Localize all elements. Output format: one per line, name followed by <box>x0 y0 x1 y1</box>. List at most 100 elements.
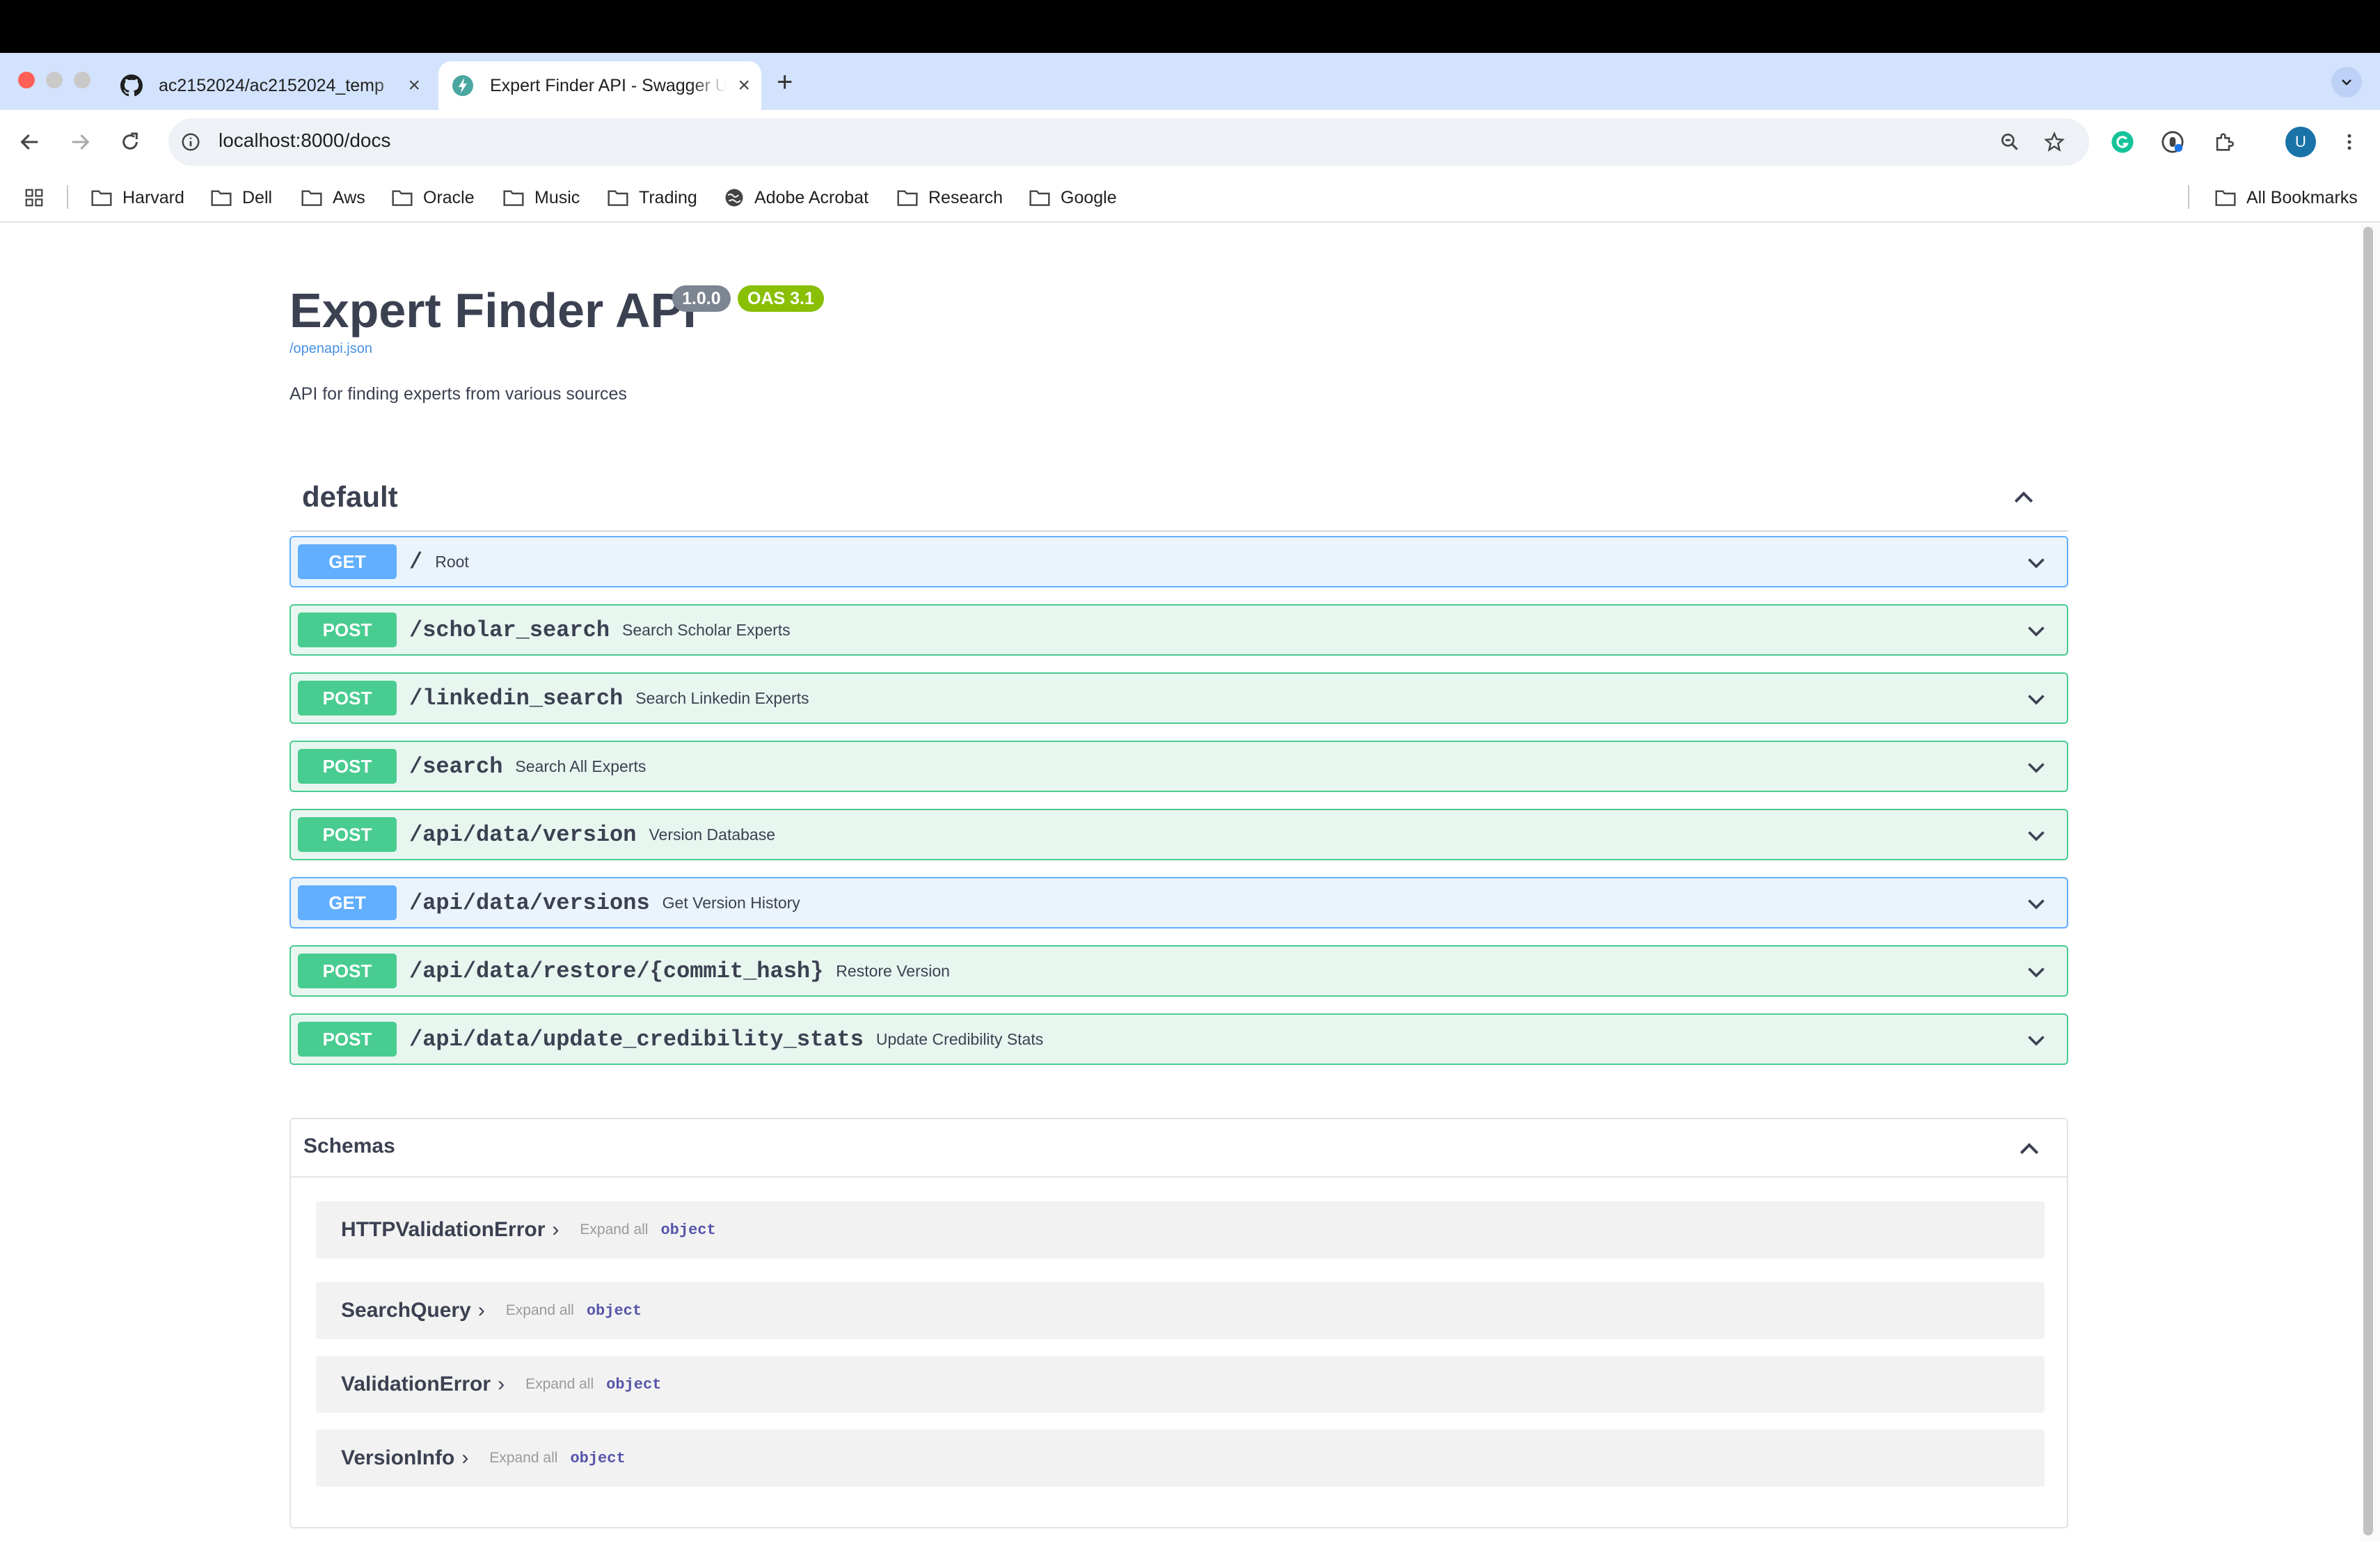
tab-search-button[interactable] <box>2331 67 2362 97</box>
operation-path: /search <box>409 753 503 780</box>
schema-model-validation-error[interactable]: ValidationError › Expand all object <box>316 1356 2045 1413</box>
bookmark-star-icon[interactable] <box>2039 127 2070 157</box>
operation-post-version-database[interactable]: POST /api/data/version Version Database <box>289 809 2068 860</box>
http-method-badge: POST <box>298 954 397 988</box>
bookmark-harvard[interactable]: Harvard <box>90 184 184 212</box>
operation-post-search[interactable]: POST /search Search All Experts <box>289 741 2068 792</box>
schema-model-version-info[interactable]: VersionInfo › Expand all object <box>316 1430 2045 1487</box>
bookmark-aws[interactable]: Aws <box>301 184 365 212</box>
folder-icon <box>897 190 918 206</box>
chevron-down-icon[interactable] <box>2024 754 2049 780</box>
operation-post-linkedin-search[interactable]: POST /linkedin_search Search Linkedin Ex… <box>289 672 2068 724</box>
tab-swagger[interactable]: Expert Finder API - Swagger UI × <box>438 61 761 110</box>
chevron-down-icon[interactable] <box>2024 550 2049 575</box>
password-manager-icon[interactable] <box>2157 127 2188 157</box>
chevron-right-icon[interactable]: › <box>552 1218 559 1242</box>
model-name[interactable]: VersionInfo <box>341 1446 454 1470</box>
operation-path: /scholar_search <box>409 617 610 643</box>
operation-summary: Search All Experts <box>515 757 646 775</box>
chevron-down-icon <box>2342 79 2351 86</box>
folder-icon <box>211 190 232 206</box>
oas-badge: OAS 3.1 <box>738 285 824 312</box>
http-method-badge: GET <box>298 885 397 920</box>
zoom-icon[interactable] <box>1994 127 2025 157</box>
bookmark-adobe-acrobat[interactable]: Adobe Acrobat <box>724 184 868 212</box>
bookmark-label: Trading <box>639 187 697 207</box>
schemas-header[interactable]: Schemas <box>291 1119 2067 1178</box>
bookmark-dell[interactable]: Dell <box>210 184 272 212</box>
address-bar[interactable] <box>168 118 2089 166</box>
chevron-down-icon[interactable] <box>2024 823 2049 848</box>
chevron-down-icon[interactable] <box>2024 618 2049 643</box>
tab-close-icon[interactable]: × <box>738 74 750 97</box>
new-tab-button[interactable]: + <box>777 67 793 98</box>
bookmark-oracle[interactable]: Oracle <box>391 184 475 212</box>
folder-icon <box>2215 190 2236 206</box>
bookmark-music[interactable]: Music <box>502 184 580 212</box>
operation-post-update-credibility-stats[interactable]: POST /api/data/update_credibility_stats … <box>289 1013 2068 1065</box>
bookmark-research[interactable]: Research <box>896 184 1003 212</box>
chevron-down-icon[interactable] <box>2024 959 2049 984</box>
model-name[interactable]: SearchQuery <box>341 1299 471 1322</box>
chevron-right-icon[interactable]: › <box>478 1299 485 1322</box>
expand-all-button[interactable]: Expand all <box>506 1302 574 1319</box>
folder-icon <box>1029 190 1050 206</box>
bookmark-label: Music <box>534 187 580 207</box>
http-method-badge: POST <box>298 681 397 716</box>
model-name[interactable]: HTTPValidationError <box>341 1218 545 1242</box>
bookmark-label: All Bookmarks <box>2246 187 2358 207</box>
apps-grid-icon[interactable] <box>24 184 54 212</box>
bookmark-trading[interactable]: Trading <box>607 184 697 212</box>
model-type: object <box>660 1221 716 1239</box>
all-bookmarks[interactable]: All Bookmarks <box>2214 184 2358 212</box>
kebab-menu-icon[interactable] <box>2334 127 2365 157</box>
bookmarks-separator <box>67 185 68 209</box>
bookmark-google[interactable]: Google <box>1029 184 1117 212</box>
chevron-down-icon[interactable] <box>2024 1027 2049 1052</box>
chevron-up-icon[interactable] <box>2015 1135 2043 1162</box>
operation-post-scholar-search[interactable]: POST /scholar_search Search Scholar Expe… <box>289 604 2068 656</box>
window-minimize-button[interactable] <box>46 72 63 88</box>
window-zoom-button[interactable] <box>74 72 90 88</box>
bookmark-label: Oracle <box>423 187 475 207</box>
tab-close-icon[interactable]: × <box>408 74 420 97</box>
openapi-json-link[interactable]: /openapi.json <box>289 341 372 357</box>
operation-get-root[interactable]: GET / Root <box>289 536 2068 587</box>
expand-all-button[interactable]: Expand all <box>489 1450 557 1467</box>
tag-section-header[interactable]: default <box>289 461 2068 532</box>
chevron-up-icon[interactable] <box>2010 483 2038 511</box>
chevron-down-icon[interactable] <box>2024 686 2049 711</box>
window-close-button[interactable] <box>18 72 35 88</box>
forward-button[interactable] <box>64 126 96 158</box>
chevron-down-icon[interactable] <box>2024 891 2049 916</box>
swagger-icon <box>451 74 475 97</box>
url-text[interactable]: localhost:8000/docs <box>219 129 391 152</box>
model-name[interactable]: ValidationError <box>341 1373 491 1396</box>
bookmarks-separator <box>2188 185 2189 209</box>
tab-title: Expert Finder API - Swagger UI <box>490 75 727 95</box>
bookmark-label: Harvard <box>122 187 184 207</box>
operation-summary: Search Linkedin Experts <box>635 688 809 707</box>
expand-all-button[interactable]: Expand all <box>580 1222 648 1238</box>
arrow-right-icon <box>72 134 90 150</box>
operation-get-version-history[interactable]: GET /api/data/versions Get Version Histo… <box>289 877 2068 928</box>
reload-icon <box>122 132 138 150</box>
schema-model-search-query[interactable]: SearchQuery › Expand all object <box>316 1282 2045 1339</box>
chevron-right-icon[interactable]: › <box>498 1373 505 1396</box>
operation-post-restore-version[interactable]: POST /api/data/restore/{commit_hash} Res… <box>289 945 2068 997</box>
schema-model-http-validation-error[interactable]: HTTPValidationError › Expand all object <box>316 1201 2045 1258</box>
reload-button[interactable] <box>114 126 146 158</box>
chevron-right-icon[interactable]: › <box>461 1446 468 1470</box>
back-button[interactable] <box>14 126 46 158</box>
page-scrollbar-thumb[interactable] <box>2363 227 2373 1535</box>
http-method-badge: GET <box>298 544 397 579</box>
schemas-title: Schemas <box>303 1135 395 1157</box>
grammarly-icon[interactable] <box>2107 127 2138 157</box>
folder-icon <box>608 190 628 206</box>
extensions-icon[interactable] <box>2209 127 2239 157</box>
profile-avatar[interactable]: U <box>2285 127 2316 157</box>
tab-github[interactable]: ac2152024/ac2152024_temp × <box>111 61 431 110</box>
site-info-icon[interactable] <box>178 129 203 155</box>
expand-all-button[interactable]: Expand all <box>525 1376 594 1393</box>
http-method-badge: POST <box>298 817 397 852</box>
